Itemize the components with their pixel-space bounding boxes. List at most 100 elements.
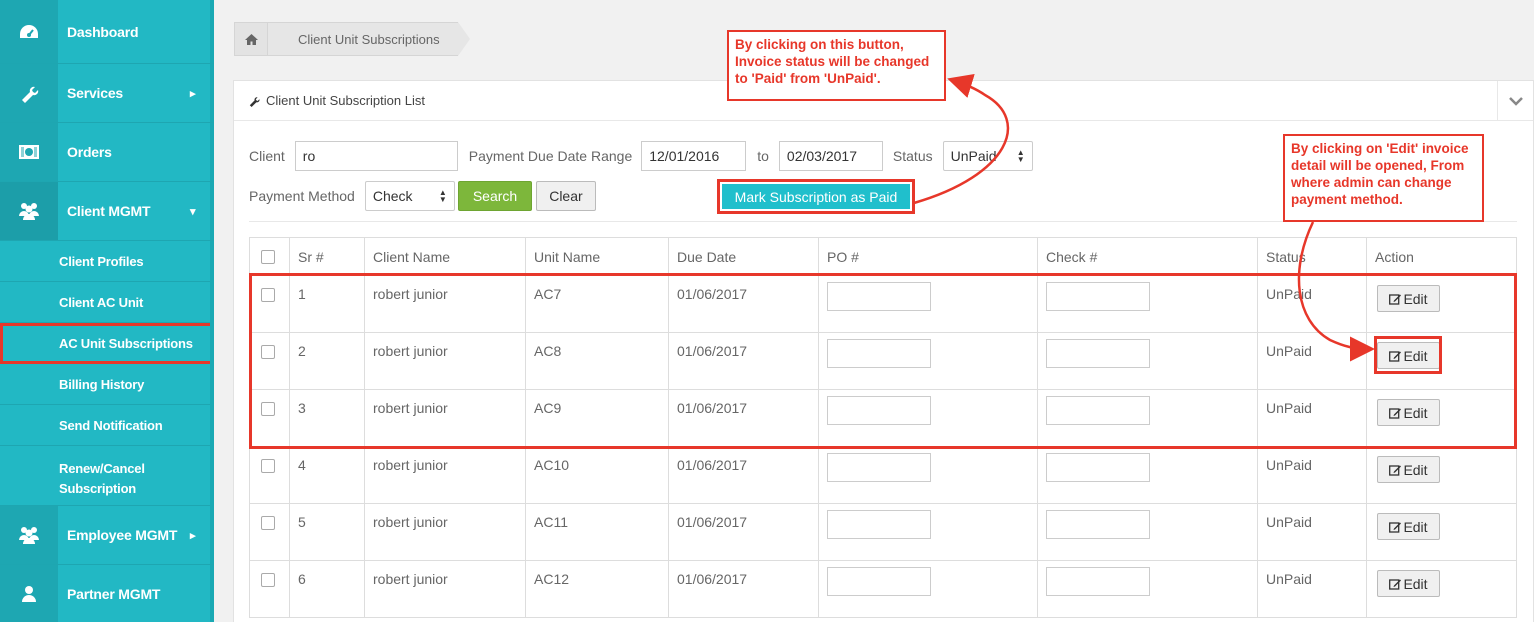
status-label: Status [892, 148, 933, 164]
annotation-line: payment method. [1291, 192, 1403, 207]
payment-method-label: Payment Method [249, 188, 355, 204]
header-action: Action [1375, 248, 1414, 265]
header-sr: Sr # [290, 238, 365, 275]
cell-sr: 6 [290, 561, 365, 617]
to-label: to [757, 148, 769, 164]
cell-check [1038, 447, 1258, 503]
payment-method-select[interactable]: Check ▲ ▼ [364, 181, 455, 211]
cell-client-name: robert junior [365, 561, 526, 617]
cell-due-date: 01/06/2017 [669, 504, 819, 560]
po-input[interactable] [827, 567, 931, 596]
annotation-line: By clicking on this button, [735, 37, 904, 52]
cell-unit-name: AC11 [526, 504, 669, 560]
edit-icon [1389, 464, 1402, 476]
user-icon [0, 565, 58, 622]
cell-client-name: robert junior [365, 447, 526, 503]
sidebar-item-services[interactable]: Services ▸ [0, 64, 214, 123]
row-select-cell [250, 447, 290, 503]
date-range-label: Payment Due Date Range [468, 148, 633, 164]
cell-due-date: 01/06/2017 [669, 447, 819, 503]
breadcrumb-current: Client Unit Subscriptions [268, 22, 470, 56]
home-icon[interactable] [234, 22, 268, 56]
sidebar-subitem-ac-unit-subscriptions[interactable]: AC Unit Subscriptions [0, 323, 214, 364]
cell-unit-name: AC10 [526, 447, 669, 503]
sidebar-subitem-client-profiles[interactable]: Client Profiles [0, 241, 214, 282]
check-input[interactable] [1046, 510, 1150, 539]
sidebar-item-employee-mgmt[interactable]: Employee MGMT ▸ [0, 506, 214, 565]
annotation-line: Invoice status will be changed [735, 54, 930, 69]
check-input[interactable] [1046, 453, 1150, 482]
select-all-checkbox[interactable] [261, 249, 275, 264]
sidebar: Dashboard Services ▸ Orders Client MGMT … [0, 0, 214, 622]
sidebar-item-client-mgmt[interactable]: Client MGMT ▾ [0, 182, 214, 241]
cell-po [819, 447, 1038, 503]
cell-status: UnPaid [1258, 561, 1367, 617]
mark-subscription-paid-button[interactable]: Mark Subscription as Paid [722, 184, 910, 209]
cell-po [819, 561, 1038, 617]
cell-check [1038, 561, 1258, 617]
cell-status: UnPaid [1258, 504, 1367, 560]
client-label: Client [249, 148, 285, 164]
clear-button[interactable]: Clear [536, 181, 596, 211]
cell-sr: 4 [290, 447, 365, 503]
sidebar-subitem-renew-cancel[interactable]: Renew/Cancel Subscription [0, 446, 214, 506]
sidebar-item-label: Employee MGMT [67, 527, 178, 543]
edit-button[interactable]: Edit [1377, 513, 1440, 540]
table-header: Sr # Client Name Unit Name Due Date PO #… [250, 238, 1516, 276]
sidebar-item-orders[interactable]: Orders [0, 123, 214, 182]
filter-row-2: Payment Method Check ▲ ▼ Search Clear [249, 181, 596, 211]
row-checkbox[interactable] [261, 459, 275, 473]
edit-label: Edit [1403, 461, 1428, 478]
sidebar-item-label: Client MGMT [67, 203, 151, 219]
select-arrows-icon: ▲ ▼ [1016, 148, 1025, 164]
check-input[interactable] [1046, 567, 1150, 596]
payment-method-value: Check [372, 188, 413, 204]
cell-action: Edit [1367, 447, 1516, 503]
table-row: 5 robert junior AC11 01/06/2017 UnPaid Edit [250, 504, 1516, 561]
annotation-line: where admin can change [1291, 175, 1452, 190]
chevron-down-icon: ▾ [190, 205, 196, 218]
cell-due-date: 01/06/2017 [669, 561, 819, 617]
po-input[interactable] [827, 453, 931, 482]
header-due-date: Due Date [669, 238, 819, 275]
header-client-name: Client Name [365, 238, 526, 275]
chevron-right-icon: ▸ [190, 529, 196, 542]
row-select-cell [250, 561, 290, 617]
wrench-icon [0, 64, 58, 122]
users-icon [0, 182, 58, 240]
row-checkbox[interactable] [261, 516, 275, 530]
cell-po [819, 504, 1038, 560]
edit-annotation: By clicking on 'Edit' invoice detail wil… [1283, 134, 1484, 222]
date-from-input[interactable]: 12/01/2016 [641, 141, 747, 171]
edit-button[interactable]: Edit [1377, 570, 1440, 597]
status-select[interactable]: UnPaid ▲ ▼ [942, 141, 1033, 171]
date-to-input[interactable]: 02/03/2017 [778, 141, 883, 171]
sidebar-item-partner-mgmt[interactable]: Partner MGMT [0, 565, 214, 622]
sidebar-item-label: Services [67, 85, 124, 101]
rows-highlight [249, 273, 1517, 449]
mark-paid-highlight: Mark Subscription as Paid [717, 179, 915, 214]
panel-title: Client Unit Subscription List [266, 93, 425, 108]
sidebar-item-dashboard[interactable]: Dashboard [0, 0, 214, 64]
search-button[interactable]: Search [457, 181, 533, 211]
chevron-down-icon [1508, 96, 1523, 106]
header-status: Status [1258, 238, 1367, 275]
sidebar-subitem-billing-history[interactable]: Billing History [0, 364, 214, 405]
dashboard-icon [0, 0, 58, 63]
client-input[interactable]: ro [294, 141, 458, 171]
sidebar-subitem-send-notification[interactable]: Send Notification [0, 405, 214, 446]
cell-check [1038, 504, 1258, 560]
po-input[interactable] [827, 510, 931, 539]
sidebar-subitem-client-ac-unit[interactable]: Client AC Unit [0, 282, 214, 323]
edit-button[interactable]: Edit [1377, 456, 1440, 483]
row-checkbox[interactable] [261, 573, 275, 587]
table-row: 4 robert junior AC10 01/06/2017 UnPaid Edit [250, 447, 1516, 504]
mark-paid-annotation: By clicking on this button, Invoice stat… [727, 30, 946, 101]
cell-action: Edit [1367, 561, 1516, 617]
money-icon [0, 123, 58, 181]
edit-label: Edit [1403, 518, 1428, 535]
cell-unit-name: AC12 [526, 561, 669, 617]
select-all-cell [250, 238, 290, 275]
breadcrumb: Client Unit Subscriptions [234, 22, 470, 56]
collapse-button[interactable] [1497, 81, 1533, 121]
